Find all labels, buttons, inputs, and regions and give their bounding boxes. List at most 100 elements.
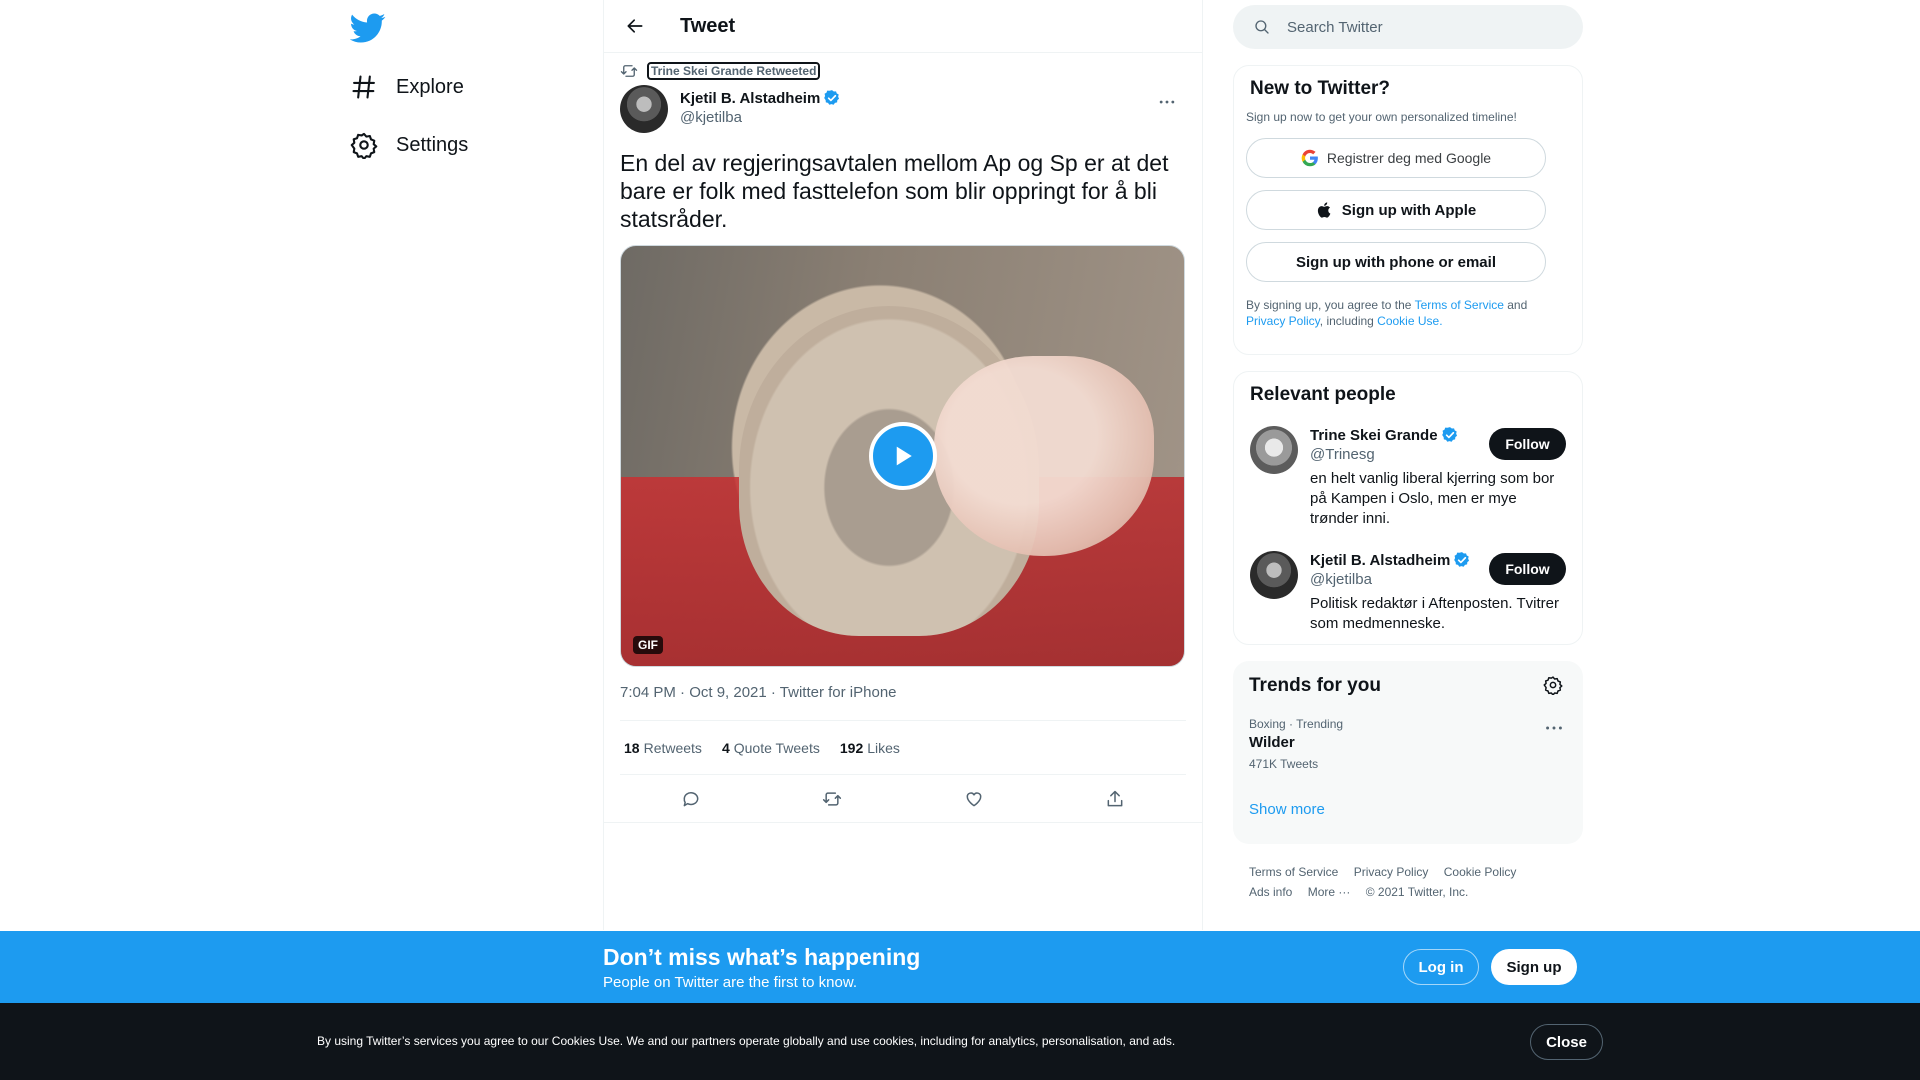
footer-link-cookie[interactable]: Cookie Policy (1444, 862, 1517, 882)
verified-badge-icon (824, 90, 840, 105)
google-icon (1301, 149, 1318, 167)
stat-quote-tweets[interactable]: 4 Quote Tweets (722, 740, 820, 756)
more-horizontal-icon (1546, 726, 1562, 730)
stat-likes[interactable]: 192 Likes (840, 740, 900, 756)
tweet-text: En del av regjeringsavtalen mellom Ap og… (620, 150, 1169, 232)
retweeted-by-link[interactable]: Trine Skei Grande Retweeted (647, 62, 821, 80)
back-button[interactable] (618, 9, 652, 43)
stat-label: Retweets (643, 739, 702, 756)
follow-button[interactable]: Follow (1489, 428, 1566, 460)
gear-icon (1543, 676, 1563, 696)
nav-item-label: Explore (396, 75, 464, 98)
card-title: Relevant people (1250, 384, 1396, 405)
search-input[interactable] (1287, 18, 1547, 36)
signup-banner: Don’t miss what’s happening People on Tw… (0, 931, 1920, 1003)
stat-count: 192 (839, 739, 864, 756)
signup-button[interactable]: Sign up (1491, 949, 1577, 985)
trend-name: Wilder (1249, 734, 1295, 751)
gear-icon (350, 132, 378, 159)
trend-meta: Boxing · Trending (1249, 717, 1344, 731)
tweet-timestamp[interactable]: 7:04 PM · Oct 9, 2021 · Twitter for iPho… (620, 683, 1186, 721)
retweet-context: Trine Skei Grande Retweeted (620, 59, 1186, 83)
main-column: Tweet Trine Skei Grande Retweeted Kjetil… (603, 0, 1203, 930)
stat-count: 4 (721, 739, 730, 756)
author-name-line: Kjetil B. Alstadheim (680, 89, 841, 107)
more-horizontal-icon (1159, 100, 1175, 104)
trend-count: 471K Tweets (1249, 757, 1319, 771)
close-button[interactable]: Close (1530, 1024, 1603, 1060)
avatar[interactable] (1250, 426, 1298, 474)
stat-label: Likes (867, 739, 900, 756)
left-navigation: Explore Settings (340, 0, 590, 930)
author-name[interactable]: Kjetil B. Alstadheim (680, 90, 820, 107)
person-name[interactable]: Trine Skei Grande (1310, 427, 1438, 444)
privacy-policy-link[interactable]: Privacy Policy (1246, 314, 1320, 328)
play-button[interactable] (868, 422, 937, 490)
reply-button[interactable] (674, 782, 708, 816)
person-name[interactable]: Kjetil B. Alstadheim (1310, 552, 1450, 569)
new-to-twitter-card: New to Twitter? Sign up now to get your … (1233, 65, 1583, 355)
arrow-left-icon (627, 19, 643, 33)
cookie-banner: By using Twitter’s services you agree to… (0, 1003, 1920, 1080)
nav-item-explore[interactable]: Explore (350, 62, 464, 112)
twitter-bird-icon[interactable] (349, 10, 386, 46)
copyright: © 2021 Twitter, Inc. (1365, 885, 1469, 899)
search-bar[interactable] (1233, 5, 1583, 49)
search-icon (1255, 20, 1269, 34)
cookie-text: By using Twitter’s services you agree to… (317, 1034, 1176, 1048)
author-handle[interactable]: @kjetilba (680, 109, 841, 126)
author-meta: Kjetil B. Alstadheim @kjetilba (680, 89, 841, 126)
card-title: New to Twitter? (1250, 78, 1391, 99)
more-options-button[interactable] (1156, 91, 1178, 113)
tweet-stats: 18 Retweets 4 Quote Tweets 192 Likes (620, 721, 1186, 775)
share-button[interactable] (1098, 782, 1132, 816)
card-subtitle: Sign up now to get your own personalized… (1246, 110, 1517, 124)
footer-link-ads-info[interactable]: Ads info (1249, 882, 1292, 902)
card-title: Trends for you (1249, 675, 1381, 696)
retweet-icon (823, 791, 842, 806)
person-item[interactable]: Trine Skei Grande @Trinesg en helt vanli… (1234, 426, 1582, 529)
relevant-people-card: Relevant people Trine Skei Grande @Trine… (1233, 371, 1583, 645)
tweet: Trine Skei Grande Retweeted Kjetil B. Al… (604, 59, 1202, 823)
like-button[interactable] (957, 782, 991, 816)
cookie-use-link[interactable]: Cookie Use. (1377, 314, 1442, 328)
banner-subtitle: People on Twitter are the first to know. (603, 974, 858, 991)
button-label: Sign up with phone or email (1295, 253, 1496, 271)
footer-link-terms[interactable]: Terms of Service (1249, 862, 1338, 882)
person-bio: Politisk redaktør i Aftenposten. Tvitrer… (1310, 595, 1559, 632)
signup-legal-text: By signing up, you agree to the Terms of… (1246, 297, 1570, 329)
banner-title: Don’t miss what’s happening (603, 944, 921, 970)
share-icon (1107, 790, 1123, 806)
show-more-link[interactable]: Show more (1233, 801, 1583, 818)
login-button[interactable]: Log in (1403, 949, 1479, 985)
phone-email-signup-button[interactable]: Sign up with phone or email (1246, 242, 1546, 282)
footer-link-more[interactable]: More ··· (1308, 882, 1351, 902)
verified-badge-icon (1441, 427, 1457, 442)
follow-button[interactable]: Follow (1489, 553, 1566, 585)
footer-link-privacy[interactable]: Privacy Policy (1354, 862, 1429, 882)
trend-more-button[interactable] (1543, 721, 1565, 735)
avatar[interactable] (620, 85, 668, 133)
gif-badge: GIF (633, 636, 663, 654)
nav-item-settings[interactable]: Settings (350, 120, 468, 170)
reply-icon (683, 791, 699, 806)
right-sidebar: New to Twitter? Sign up now to get your … (1233, 0, 1583, 902)
trends-card: Trends for you Boxing · Trending Wilder … (1233, 661, 1583, 844)
footer-links: Terms of Service Privacy Policy Cookie P… (1233, 862, 1583, 902)
person-bio: en helt vanlig liberal kjerring som bor … (1310, 470, 1555, 527)
avatar[interactable] (1250, 551, 1298, 599)
trend-item[interactable]: Boxing · Trending Wilder 471K Tweets (1233, 717, 1583, 771)
page-header: Tweet (604, 0, 1202, 53)
media-scene (934, 356, 1154, 556)
person-item[interactable]: Kjetil B. Alstadheim @kjetilba Politisk … (1234, 551, 1582, 634)
stat-count: 18 (624, 739, 640, 756)
apple-signup-button[interactable]: Sign up with Apple (1246, 190, 1546, 230)
terms-of-service-link[interactable]: Terms of Service (1415, 298, 1504, 312)
retweet-button[interactable] (815, 782, 849, 816)
heart-icon (966, 791, 982, 806)
button-label: Sign up with Apple (1341, 201, 1477, 219)
google-signup-button[interactable]: Registrer deg med Google (1246, 138, 1546, 178)
stat-retweets[interactable]: 18 Retweets (624, 740, 702, 756)
tweet-media-gif[interactable]: GIF (620, 245, 1185, 667)
trends-settings-button[interactable] (1543, 675, 1565, 697)
